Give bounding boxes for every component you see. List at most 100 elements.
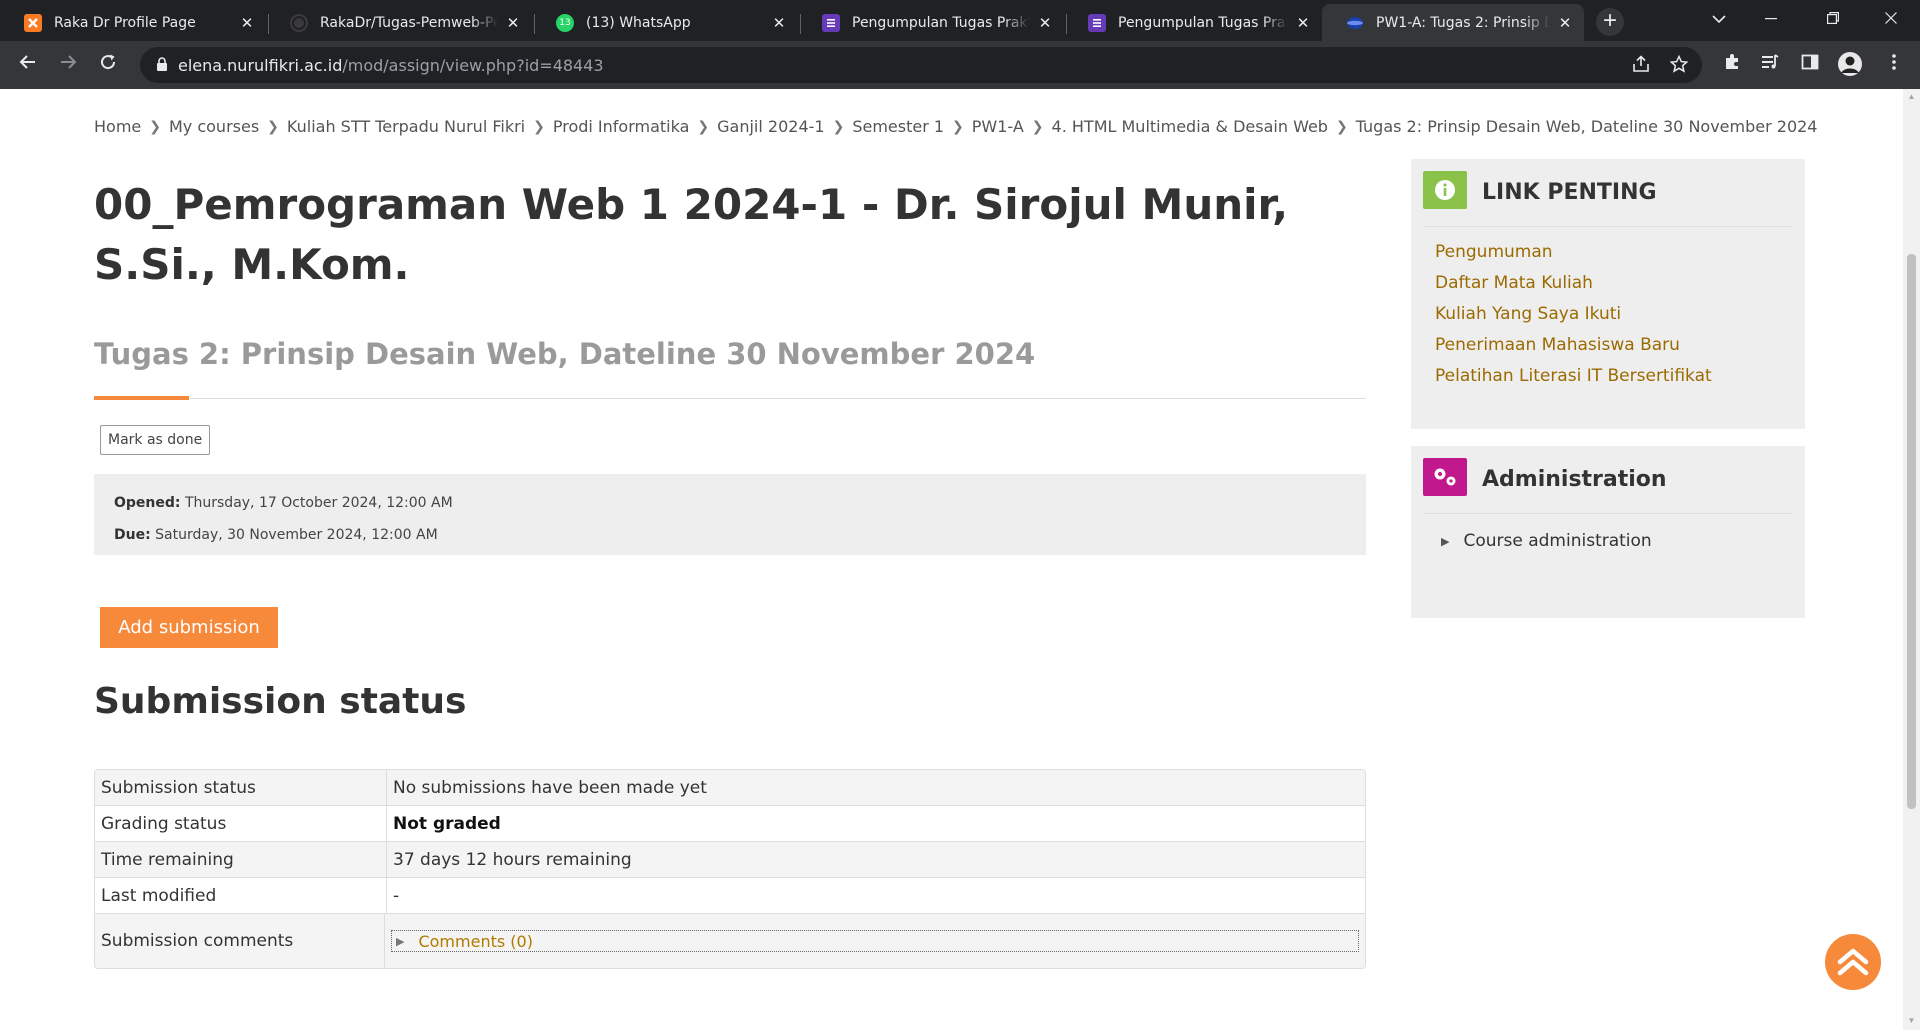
row-label: Time remaining bbox=[95, 842, 387, 877]
scrollbar-thumb[interactable] bbox=[1907, 254, 1916, 809]
scroll-up-arrow-icon[interactable]: ▲ bbox=[1907, 93, 1916, 101]
tab-pengumpulan-2[interactable]: Pengumpulan Tugas Praktikum ✕ bbox=[1064, 4, 1322, 41]
breadcrumb-my-courses[interactable]: My courses bbox=[169, 117, 259, 136]
row-value: ▶ Comments (0) bbox=[385, 914, 1365, 968]
back-to-top-button[interactable] bbox=[1825, 934, 1881, 990]
close-icon[interactable]: ✕ bbox=[504, 14, 522, 32]
due-label: Due: bbox=[114, 527, 151, 543]
new-tab-button[interactable]: + bbox=[1596, 8, 1624, 36]
url-host: elena.nurulfikri.ac.id bbox=[178, 56, 343, 75]
opened-label: Opened: bbox=[114, 495, 181, 511]
table-row: Last modified - bbox=[95, 878, 1365, 914]
table-row: Grading status Not graded bbox=[95, 806, 1365, 842]
back-icon[interactable] bbox=[14, 51, 42, 79]
profile-avatar[interactable] bbox=[1836, 51, 1864, 79]
tab-whatsapp[interactable]: 13 (13) WhatsApp ✕ bbox=[532, 4, 798, 41]
forward-icon[interactable] bbox=[54, 51, 82, 79]
link-pelatihan-literasi-it[interactable]: Pelatihan Literasi IT Bersertifikat bbox=[1435, 361, 1712, 392]
tab-label: PW1-A: Tugas 2: Prinsip Desain bbox=[1376, 14, 1550, 31]
share-icon[interactable] bbox=[1630, 55, 1652, 77]
double-chevron-up-icon bbox=[1837, 948, 1869, 976]
tab-active-assignment[interactable]: PW1-A: Tugas 2: Prinsip Desain ✕ bbox=[1322, 4, 1584, 41]
side-panel-icon[interactable] bbox=[1796, 51, 1824, 79]
breadcrumb-ganjil[interactable]: Ganjil 2024-1 bbox=[717, 117, 824, 136]
course-administration-label: Course administration bbox=[1463, 531, 1652, 551]
close-icon[interactable]: ✕ bbox=[1294, 14, 1312, 32]
opened-date: Opened: Thursday, 17 October 2024, 12:00… bbox=[114, 487, 1346, 519]
comments-link[interactable]: Comments (0) bbox=[418, 932, 532, 951]
tab-label: Pengumpulan Tugas Praktikum bbox=[852, 14, 1030, 31]
link-list: Pengumuman Daftar Mata Kuliah Kuliah Yan… bbox=[1435, 237, 1712, 392]
minimize-icon[interactable] bbox=[1756, 8, 1786, 29]
bookmark-star-icon[interactable] bbox=[1668, 54, 1690, 77]
caret-right-icon: ▶ bbox=[1441, 534, 1450, 548]
close-icon[interactable]: ✕ bbox=[1556, 14, 1574, 32]
breadcrumb-assignment[interactable]: Tugas 2: Prinsip Desain Web, Dateline 30… bbox=[1356, 117, 1818, 136]
browser-menu-icon[interactable] bbox=[1880, 51, 1908, 79]
chevron-right-icon: ❯ bbox=[1031, 118, 1044, 135]
chevron-right-icon: ❯ bbox=[832, 118, 845, 135]
assignment-title: Tugas 2: Prinsip Desain Web, Dateline 30… bbox=[94, 337, 1036, 371]
close-icon[interactable]: ✕ bbox=[1036, 14, 1054, 32]
window-close-icon[interactable] bbox=[1876, 8, 1906, 29]
row-label: Grading status bbox=[95, 806, 387, 841]
row-label: Last modified bbox=[95, 878, 387, 913]
tab-github[interactable]: RakaDr/Tugas-Pemweb-Pert ✕ bbox=[266, 4, 532, 41]
restore-icon[interactable] bbox=[1818, 8, 1848, 29]
submission-status-heading: Submission status bbox=[94, 681, 467, 722]
close-icon[interactable]: ✕ bbox=[238, 14, 256, 32]
breadcrumb-kuliah[interactable]: Kuliah STT Terpadu Nurul Fikri bbox=[287, 117, 525, 136]
link-daftar-mata-kuliah[interactable]: Daftar Mata Kuliah bbox=[1435, 268, 1712, 299]
chevron-right-icon: ❯ bbox=[697, 118, 710, 135]
tab-profile-page[interactable]: Raka Dr Profile Page ✕ bbox=[0, 4, 266, 41]
table-row: Submission comments ▶ Comments (0) bbox=[95, 914, 1365, 968]
activity-dates: Opened: Thursday, 17 October 2024, 12:00… bbox=[94, 474, 1366, 555]
course-administration-item[interactable]: ▶ Course administration bbox=[1441, 531, 1652, 551]
browser-toolbar: elena.nurulfikri.ac.id/mod/assign/view.p… bbox=[0, 41, 1920, 89]
caret-right-icon: ▶ bbox=[396, 934, 405, 948]
opened-value: Thursday, 17 October 2024, 12:00 AM bbox=[184, 495, 453, 511]
chevron-right-icon: ❯ bbox=[1335, 118, 1348, 135]
title-divider bbox=[94, 398, 1366, 399]
extensions-icon[interactable] bbox=[1718, 51, 1746, 79]
reload-icon[interactable] bbox=[94, 51, 122, 79]
link-penerimaan-mahasiswa-baru[interactable]: Penerimaan Mahasiswa Baru bbox=[1435, 330, 1712, 361]
page-scrollbar[interactable]: ▲ ▼ bbox=[1903, 89, 1920, 1030]
row-value: No submissions have been made yet bbox=[393, 777, 707, 798]
comments-toggle[interactable]: ▶ Comments (0) bbox=[391, 930, 1359, 952]
browser-tab-bar: Raka Dr Profile Page ✕ RakaDr/Tugas-Pemw… bbox=[0, 0, 1920, 41]
add-submission-button[interactable]: Add submission bbox=[100, 607, 278, 648]
media-control-icon[interactable] bbox=[1756, 51, 1784, 79]
title-accent-bar bbox=[94, 396, 189, 400]
administration-block: Administration ▶ Course administration bbox=[1411, 446, 1805, 618]
block-title: LINK PENTING bbox=[1482, 180, 1657, 205]
tab-search-icon[interactable] bbox=[1704, 8, 1734, 29]
row-value: Not graded bbox=[393, 813, 501, 834]
block-header: Administration bbox=[1423, 458, 1791, 514]
tab-pengumpulan-1[interactable]: Pengumpulan Tugas Praktikum ✕ bbox=[798, 4, 1064, 41]
link-pengumuman[interactable]: Pengumuman bbox=[1435, 237, 1712, 268]
chevron-right-icon: ❯ bbox=[952, 118, 964, 135]
breadcrumb: Home ❯ My courses ❯ Kuliah STT Terpadu N… bbox=[94, 117, 1817, 136]
scroll-down-arrow-icon[interactable]: ▼ bbox=[1907, 1017, 1916, 1025]
breadcrumb-prodi[interactable]: Prodi Informatika bbox=[553, 117, 690, 136]
breadcrumb-course[interactable]: PW1-A bbox=[972, 117, 1024, 136]
close-icon[interactable]: ✕ bbox=[770, 14, 788, 32]
whatsapp-badge: 13 bbox=[559, 17, 571, 28]
mark-as-done-button[interactable]: Mark as done bbox=[100, 425, 211, 455]
block-title: Administration bbox=[1482, 467, 1667, 492]
tab-label: Raka Dr Profile Page bbox=[54, 14, 196, 31]
chevron-right-icon: ❯ bbox=[533, 118, 545, 135]
lock-icon[interactable] bbox=[156, 57, 168, 71]
address-bar[interactable]: elena.nurulfikri.ac.id/mod/assign/view.p… bbox=[140, 47, 1702, 83]
row-label: Submission comments bbox=[95, 914, 385, 968]
cogs-icon bbox=[1423, 458, 1467, 496]
submission-status-table: Submission status No submissions have be… bbox=[94, 769, 1366, 969]
link-kuliah-yang-saya-ikuti[interactable]: Kuliah Yang Saya Ikuti bbox=[1435, 299, 1712, 330]
breadcrumb-section[interactable]: 4. HTML Multimedia & Desain Web bbox=[1052, 117, 1328, 136]
breadcrumb-home[interactable]: Home bbox=[94, 117, 141, 136]
row-value: 37 days 12 hours remaining bbox=[393, 849, 632, 870]
table-row: Submission status No submissions have be… bbox=[95, 770, 1365, 806]
breadcrumb-semester[interactable]: Semester 1 bbox=[852, 117, 944, 136]
row-label: Submission status bbox=[95, 770, 387, 805]
